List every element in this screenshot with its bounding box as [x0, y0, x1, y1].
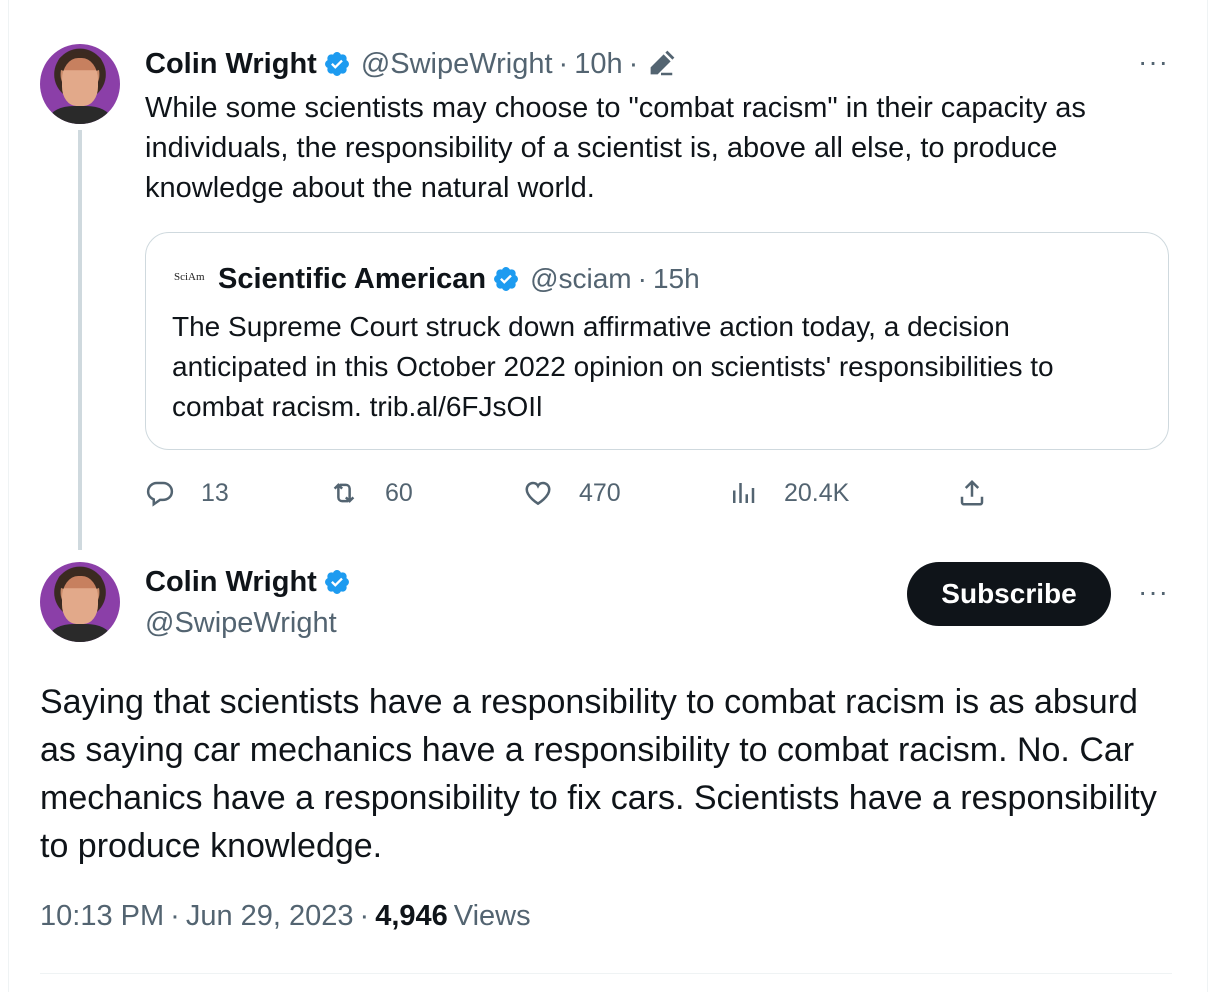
- author-name[interactable]: Colin Wright: [145, 48, 317, 81]
- reply-button[interactable]: 13: [145, 478, 229, 508]
- quote-author-name: Scientific American: [218, 262, 487, 295]
- repost-icon: [333, 483, 355, 503]
- main-tweet-author-row: Colin Wright: [145, 562, 361, 602]
- tweet-metadata: 10:13 PM · Jun 29, 2023 · 4,946 Views: [40, 900, 531, 933]
- author-handle[interactable]: @SwipeWright: [145, 607, 337, 640]
- views-total: 4,946: [375, 900, 448, 932]
- pencil-icon[interactable]: [646, 49, 676, 79]
- quote-text: The Supreme Court struck down affirmativ…: [172, 311, 1054, 422]
- separator-dot: ·: [637, 263, 647, 294]
- more-options-icon[interactable]: ···: [1138, 576, 1169, 608]
- parent-tweet-text: While some scientists may choose to "com…: [145, 92, 1086, 204]
- more-options-icon[interactable]: ···: [1138, 46, 1169, 78]
- views-button[interactable]: 20.4K: [728, 478, 849, 508]
- repost-count: 60: [385, 478, 413, 507]
- tweet-timestamp[interactable]: 10:13 PM: [40, 900, 164, 933]
- tweet-time[interactable]: 10h: [574, 48, 622, 81]
- verified-badge-icon: [324, 570, 349, 594]
- quote-author-handle: @sciam: [530, 263, 632, 294]
- main-tweet-handle-row: @SwipeWright: [145, 603, 337, 643]
- divider: [40, 973, 1172, 974]
- share-icon: [960, 479, 984, 506]
- separator-dot: ·: [359, 900, 370, 932]
- shirt-shape: [50, 624, 110, 642]
- face-shape: [62, 576, 98, 624]
- separator-dot: ·: [628, 47, 639, 80]
- quote-time: 15h: [652, 263, 700, 294]
- repost-button[interactable]: 60: [329, 478, 413, 508]
- shirt-shape: [50, 106, 110, 124]
- analytics-icon: [733, 483, 755, 503]
- views-label: Views: [453, 900, 531, 932]
- verified-badge-icon: [494, 267, 519, 291]
- thread-line: [78, 130, 82, 550]
- avatar[interactable]: [40, 562, 120, 642]
- separator-dot: ·: [170, 900, 180, 932]
- reply-count: 13: [201, 478, 229, 507]
- like-count: 470: [579, 478, 621, 507]
- main-tweet-text: Saying that scientists have a responsibi…: [40, 683, 1157, 865]
- sciam-logo: SciAm: [174, 271, 205, 283]
- tweet-date[interactable]: Jun 29, 2023: [186, 900, 354, 933]
- separator-dot: ·: [558, 47, 569, 80]
- share-button[interactable]: [957, 478, 1013, 508]
- tweet-actions-bar: 13 60 470 20.4K: [145, 478, 1005, 518]
- parent-tweet-header: Colin Wright @SwipeWright · 10h ·: [145, 44, 676, 84]
- subscribe-button[interactable]: Subscribe: [907, 562, 1111, 626]
- views-count: 20.4K: [784, 478, 850, 507]
- author-handle[interactable]: @SwipeWright: [361, 48, 553, 81]
- verified-badge-icon: [324, 52, 349, 76]
- heart-icon: [525, 481, 551, 506]
- avatar[interactable]: [40, 44, 120, 124]
- quote-tweet-card[interactable]: SciAm Scientific American @sciam · 15h T…: [145, 232, 1169, 450]
- face-shape: [62, 58, 98, 106]
- author-name[interactable]: Colin Wright: [145, 566, 317, 599]
- reply-icon: [146, 481, 174, 507]
- quote-header: Scientific American @sciam · 15h: [218, 259, 700, 299]
- like-button[interactable]: 470: [523, 478, 621, 508]
